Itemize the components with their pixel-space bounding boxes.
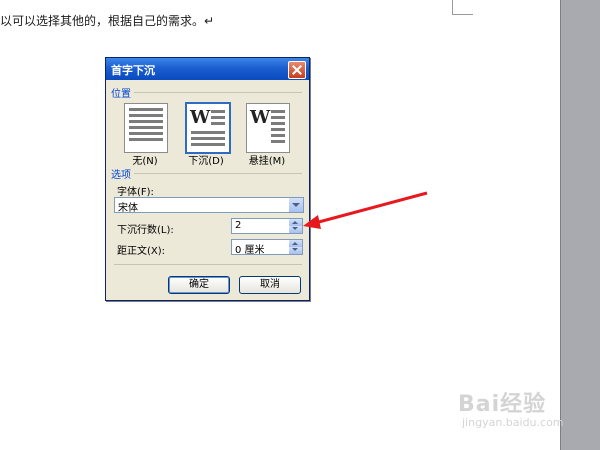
annotation-arrow bbox=[303, 191, 428, 229]
watermark-url: jingyan.baidu.com bbox=[462, 416, 564, 429]
baidu-watermark: Bai经验 jingyan.baidu.com bbox=[458, 386, 564, 429]
watermark-logo: Bai经验 bbox=[458, 392, 547, 417]
